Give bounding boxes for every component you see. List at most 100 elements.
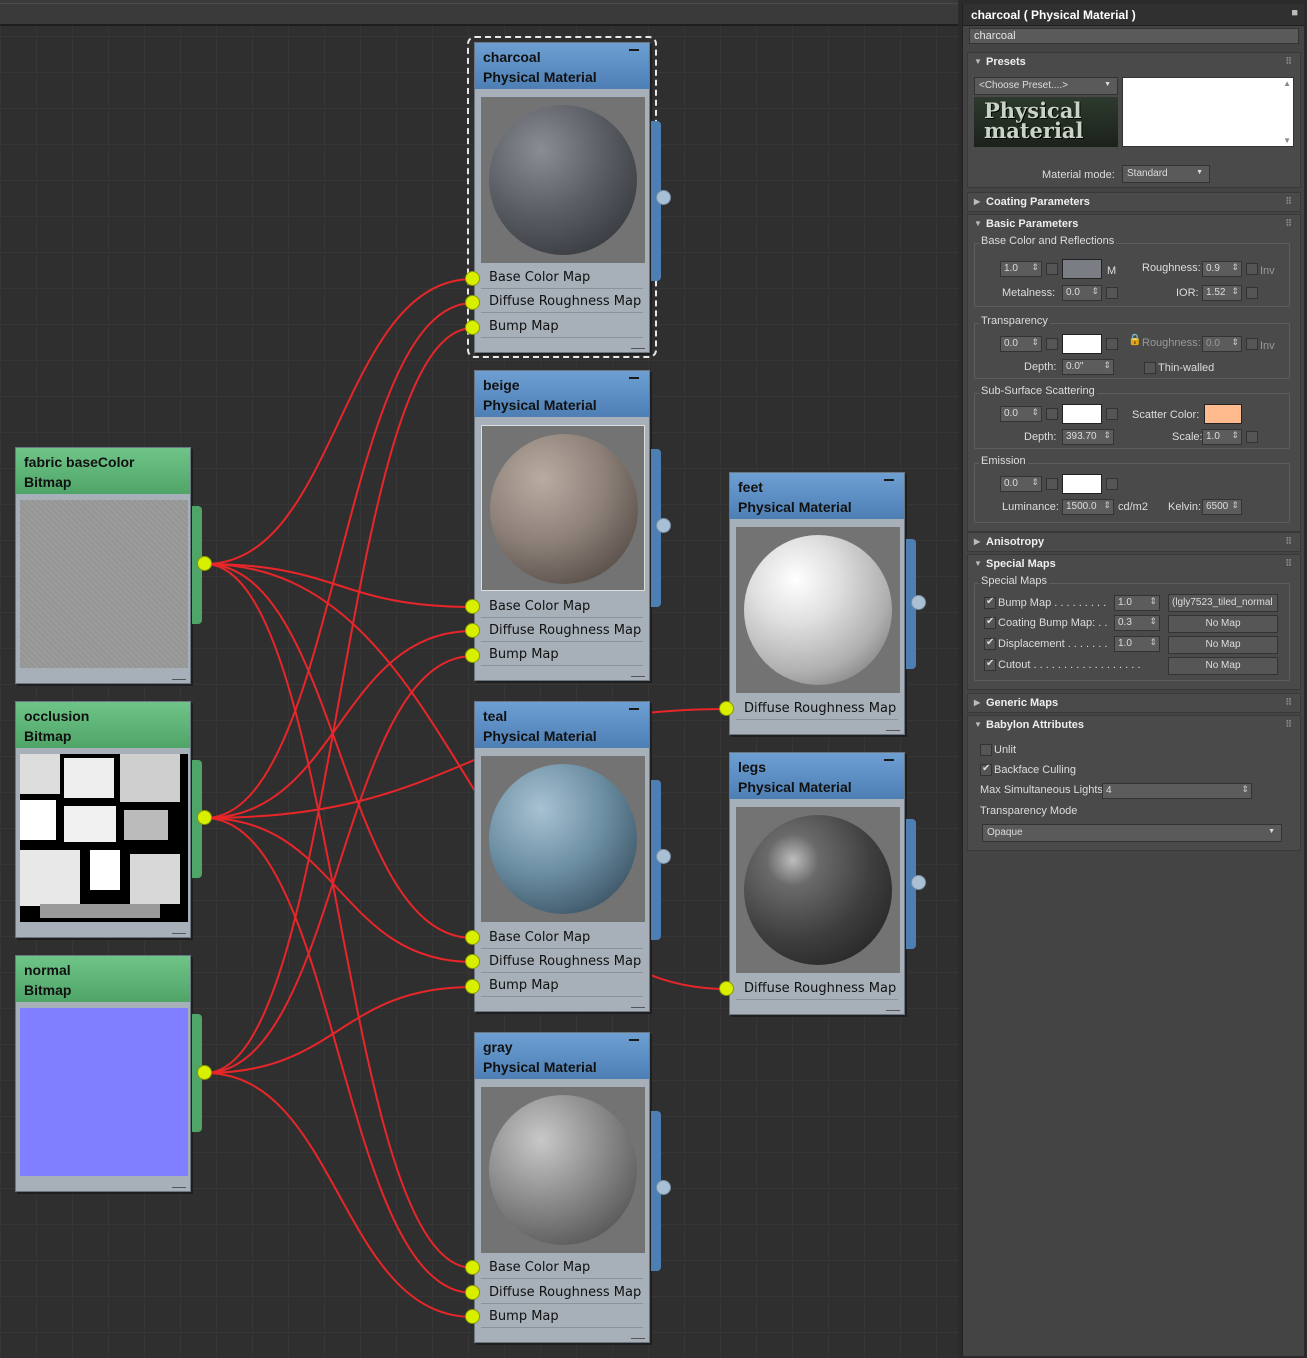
coating-bump-map-checkbox[interactable]: [984, 616, 996, 629]
kelvin-spinner[interactable]: 6500: [1202, 499, 1242, 515]
input-socket[interactable]: [465, 954, 480, 969]
bump-map-amount-spinner[interactable]: 1.0: [1114, 595, 1160, 611]
scale-map-toggle[interactable]: [1246, 431, 1258, 443]
roughness-spinner[interactable]: 0.9: [1202, 261, 1242, 277]
resize-grip[interactable]: [886, 725, 900, 731]
base-weight-map-toggle[interactable]: [1046, 263, 1058, 275]
scale-spinner[interactable]: 1.0: [1202, 429, 1242, 445]
node-header[interactable]: teal Physical Material: [475, 702, 649, 748]
emission-map-toggle[interactable]: [1046, 478, 1058, 490]
resize-grip[interactable]: [172, 674, 186, 680]
displacement-amount-spinner[interactable]: 1.0: [1114, 636, 1160, 652]
node-header[interactable]: feet Physical Material: [730, 473, 904, 519]
node-header[interactable]: charcoal Physical Material: [475, 43, 649, 89]
connection-wire[interactable]: [204, 563, 474, 608]
material-name-field[interactable]: charcoal: [969, 28, 1299, 44]
input-socket[interactable]: [465, 1285, 480, 1300]
output-socket[interactable]: [656, 849, 671, 864]
output-socket[interactable]: [656, 518, 671, 533]
drag-handle-icon[interactable]: ⠿: [1285, 536, 1292, 547]
trans-roughness-spinner[interactable]: 0.0: [1202, 336, 1242, 352]
sss-color-swatch[interactable]: [1062, 404, 1102, 424]
connection-wire[interactable]: [204, 817, 474, 1294]
output-socket[interactable]: [656, 190, 671, 205]
input-socket[interactable]: [465, 599, 480, 614]
bitmap-output-socket[interactable]: [197, 1065, 212, 1080]
drag-handle-icon[interactable]: ⠿: [1285, 719, 1292, 730]
rollout-header[interactable]: ▼ Presets ⠿: [968, 53, 1300, 73]
rollout-generic-maps[interactable]: ▶ Generic Maps ⠿: [967, 693, 1301, 713]
trans-depth-spinner[interactable]: 0.0": [1062, 359, 1114, 375]
connection-wire[interactable]: [204, 986, 474, 1074]
sss-depth-spinner[interactable]: 393.70: [1062, 429, 1114, 445]
transparency-spinner[interactable]: 0.0: [1000, 336, 1042, 352]
resize-grip[interactable]: [631, 671, 645, 677]
slate-node-editor-canvas[interactable]: charcoal Physical Material Base Color Ma…: [0, 0, 958, 1358]
rollout-anisotropy[interactable]: ▶ Anisotropy ⠿: [967, 532, 1301, 552]
bitmap-output-socket[interactable]: [197, 810, 212, 825]
node-header[interactable]: normal Bitmap: [16, 956, 190, 1002]
input-socket[interactable]: [465, 623, 480, 638]
connection-wire[interactable]: [204, 630, 474, 819]
rollout-header[interactable]: ▶ Coating Parameters ⠿: [968, 193, 1300, 213]
drag-handle-icon[interactable]: ⠿: [1285, 56, 1292, 67]
rollout-header[interactable]: ▼ Special Maps ⠿: [968, 555, 1300, 575]
resize-grip[interactable]: [886, 1005, 900, 1011]
base-color-swatch[interactable]: [1062, 259, 1102, 279]
connection-wire[interactable]: [204, 278, 474, 565]
node-header[interactable]: fabric baseColor Bitmap: [16, 448, 190, 494]
displacement-checkbox[interactable]: [984, 637, 996, 650]
output-socket[interactable]: [911, 595, 926, 610]
connection-wire[interactable]: [204, 327, 474, 1074]
backface-culling-checkbox[interactable]: [980, 763, 992, 776]
rollout-header[interactable]: ▶ Anisotropy ⠿: [968, 533, 1300, 553]
input-socket[interactable]: [465, 1309, 480, 1324]
base-weight-spinner[interactable]: 1.0: [1000, 261, 1042, 277]
close-icon[interactable]: ■: [1291, 7, 1298, 19]
drag-handle-icon[interactable]: ⠿: [1285, 218, 1292, 229]
coating-bump-amount-spinner[interactable]: 0.3: [1114, 615, 1160, 631]
minimize-icon[interactable]: [884, 479, 894, 481]
choose-preset-dropdown[interactable]: <Choose Preset....>: [974, 77, 1118, 95]
rollout-header[interactable]: ▼ Babylon Attributes ⠿: [968, 716, 1300, 736]
displacement-map-button[interactable]: No Map: [1168, 636, 1278, 654]
drag-handle-icon[interactable]: ⠿: [1285, 697, 1292, 708]
node-gray[interactable]: gray Physical Material Base Color Map Di…: [474, 1032, 671, 1343]
transparency-color-swatch[interactable]: [1062, 334, 1102, 354]
coating-bump-map-button[interactable]: No Map: [1168, 615, 1278, 633]
minimize-icon[interactable]: [629, 377, 639, 379]
drag-handle-icon[interactable]: ⠿: [1285, 558, 1292, 569]
emission-color-map-toggle[interactable]: [1106, 478, 1118, 490]
node-legs[interactable]: legs Physical Material Diffuse Roughness…: [729, 752, 926, 1015]
thin-walled-checkbox[interactable]: [1144, 362, 1156, 374]
ior-map-toggle[interactable]: [1246, 287, 1258, 299]
bump-map-checkbox[interactable]: [984, 596, 996, 609]
trans-roughness-map-toggle[interactable]: [1246, 338, 1258, 350]
transparency-mode-dropdown[interactable]: Opaque: [982, 824, 1282, 842]
emission-weight-spinner[interactable]: 0.0: [1000, 476, 1042, 492]
cutout-checkbox[interactable]: [984, 658, 996, 671]
node-occlusion-bitmap[interactable]: occlusion Bitmap: [15, 701, 202, 938]
cutout-map-button[interactable]: No Map: [1168, 657, 1278, 675]
resize-grip[interactable]: [631, 343, 645, 349]
rollout-coating-parameters[interactable]: ▶ Coating Parameters ⠿: [967, 192, 1301, 212]
node-header[interactable]: legs Physical Material: [730, 753, 904, 799]
output-socket[interactable]: [911, 875, 926, 890]
ior-spinner[interactable]: 1.52: [1202, 285, 1242, 301]
connection-wire[interactable]: [204, 1072, 474, 1318]
transparency-map-toggle[interactable]: [1046, 338, 1058, 350]
resize-grip[interactable]: [172, 1182, 186, 1188]
minimize-icon[interactable]: [884, 759, 894, 761]
scroll-down-icon[interactable]: ▼: [1283, 136, 1291, 145]
sss-weight-spinner[interactable]: 0.0: [1000, 406, 1042, 422]
node-header[interactable]: gray Physical Material: [475, 1033, 649, 1079]
lock-icon[interactable]: 🔒: [1128, 333, 1142, 346]
input-socket[interactable]: [719, 701, 734, 716]
scroll-up-icon[interactable]: ▲: [1283, 79, 1291, 88]
connection-wire[interactable]: [204, 563, 474, 1269]
bump-map-button[interactable]: (lgly7523_tiled_normal: [1168, 594, 1278, 612]
connection-wire[interactable]: [204, 817, 474, 963]
metalness-map-toggle[interactable]: [1106, 287, 1118, 299]
input-socket[interactable]: [465, 320, 480, 335]
resize-grip[interactable]: [631, 1333, 645, 1339]
